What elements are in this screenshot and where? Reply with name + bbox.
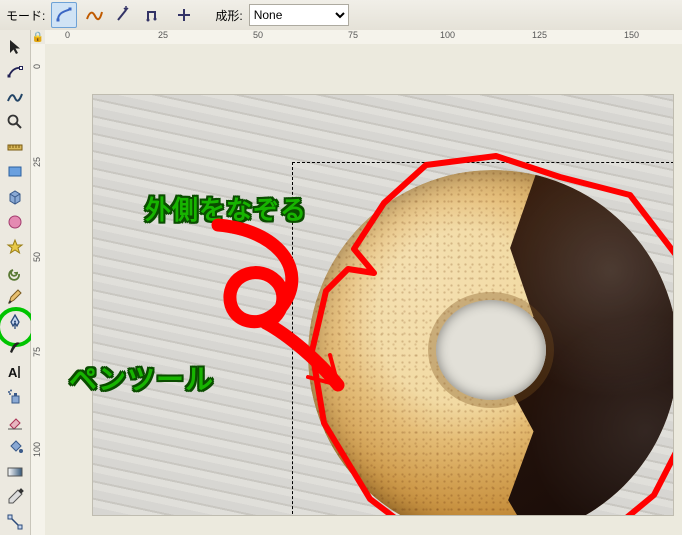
- mode-label: モード:: [6, 7, 45, 24]
- ruler-vertical[interactable]: 0 25 50 75 100: [31, 44, 46, 535]
- ruler-corner-lock-icon[interactable]: 🔒: [31, 30, 46, 45]
- tool-spray[interactable]: [1, 385, 29, 410]
- tool-ellipse[interactable]: [1, 209, 29, 234]
- shape-select[interactable]: None: [249, 4, 349, 26]
- tool-text[interactable]: A: [1, 360, 29, 385]
- mode-line-button[interactable]: [111, 2, 137, 28]
- tool-star[interactable]: [1, 234, 29, 259]
- tool-gradient[interactable]: [1, 460, 29, 485]
- shape-label: 成形:: [215, 7, 242, 24]
- tool-pen[interactable]: [1, 310, 29, 335]
- tool-3dbox[interactable]: [1, 184, 29, 209]
- tool-sculpt[interactable]: [1, 84, 29, 109]
- selection-marquee: [292, 162, 674, 516]
- shape-combo[interactable]: None: [249, 4, 349, 26]
- tool-eraser[interactable]: [1, 410, 29, 435]
- tool-selection[interactable]: [1, 34, 29, 59]
- tool-dropper[interactable]: [1, 485, 29, 510]
- mode-spiro-button[interactable]: [81, 2, 107, 28]
- canvas[interactable]: 外側をなぞる ペンツール: [45, 44, 682, 535]
- tool-spiral[interactable]: [1, 259, 29, 284]
- svg-text:A: A: [8, 365, 18, 380]
- tool-rectangle[interactable]: [1, 159, 29, 184]
- tool-zoom[interactable]: [1, 109, 29, 134]
- tool-node-edit[interactable]: [1, 59, 29, 84]
- canvas-image-donut[interactable]: 外側をなぞる: [92, 94, 674, 516]
- annotation-trace-outside: 外側をなぞる: [145, 190, 307, 227]
- tool-options-bar: モード: 成形: None: [0, 0, 682, 31]
- tool-connector[interactable]: [1, 510, 29, 535]
- ruler-horizontal[interactable]: 0 25 50 75 100 125 150: [45, 30, 682, 45]
- workspace: A 🔒 0 25 50 75 100 125 150 0 25 50 75 10…: [0, 30, 682, 535]
- tool-calligraphy[interactable]: [1, 335, 29, 360]
- annotation-pen-tool: ペンツール: [69, 358, 214, 398]
- ruler-canvas-area: 🔒 0 25 50 75 100 125 150 0 25 50 75 100: [31, 30, 682, 535]
- toolbox: A: [0, 30, 31, 535]
- tool-bucket[interactable]: [1, 435, 29, 460]
- mode-bezier-button[interactable]: [51, 2, 77, 28]
- tool-pencil[interactable]: [1, 284, 29, 309]
- mode-perpendicular-button[interactable]: [171, 2, 197, 28]
- tool-measure[interactable]: [1, 134, 29, 159]
- mode-paraxial-button[interactable]: [141, 2, 167, 28]
